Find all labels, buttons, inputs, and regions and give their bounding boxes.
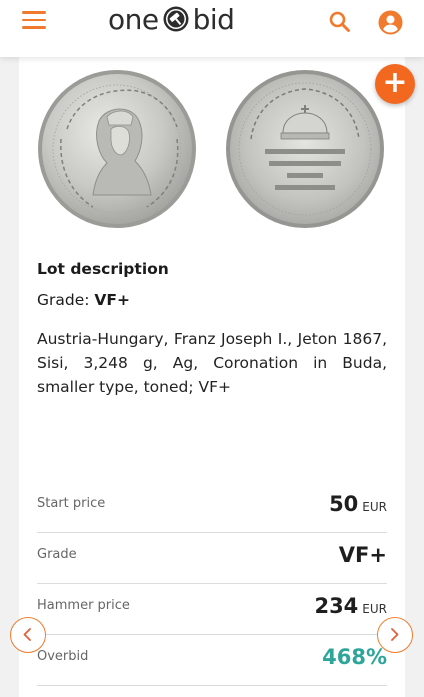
hamburger-menu-icon[interactable]: [22, 11, 46, 31]
logo-text-left: one: [108, 2, 159, 36]
app-header: one bid: [0, 0, 424, 57]
start-price-currency: EUR: [362, 500, 387, 514]
start-price-value: 50: [329, 492, 359, 516]
start-price-row: Start price 50 EUR: [37, 482, 387, 533]
onebid-logo[interactable]: one bid: [108, 2, 235, 36]
account-icon[interactable]: [378, 10, 403, 35]
add-to-watchlist-button[interactable]: +: [375, 64, 415, 104]
overbid-row: Overbid 468%: [37, 635, 387, 686]
price-table: Start price 50 EUR Grade VF+ Hammer price…: [37, 482, 387, 686]
hammer-price-value: 234: [314, 594, 359, 618]
gavel-logo-icon: [163, 6, 189, 32]
coin-reverse-image[interactable]: [225, 69, 385, 229]
lot-grade-line: Grade: VF+: [37, 291, 130, 309]
lot-images[interactable]: [19, 57, 405, 237]
search-icon[interactable]: [327, 9, 353, 35]
chevron-right-icon: [391, 628, 399, 641]
coin-obverse-image[interactable]: [37, 69, 197, 229]
lot-description-title: Lot description: [37, 260, 169, 278]
hammer-price-currency: EUR: [362, 602, 387, 616]
hammer-price-row: Hammer price 234 EUR: [37, 584, 387, 635]
start-price-label: Start price: [37, 496, 106, 511]
lot-grade-label: Grade:: [37, 291, 95, 309]
chevron-left-icon: [23, 628, 31, 641]
lot-grade-value: VF+: [94, 291, 130, 309]
grade-row: Grade VF+: [37, 533, 387, 584]
logo-text-right: bid: [192, 2, 235, 36]
overbid-label: Overbid: [37, 649, 89, 664]
previous-lot-button[interactable]: [10, 617, 46, 653]
start-price-value-group: 50 EUR: [329, 492, 387, 516]
grade-label: Grade: [37, 547, 77, 562]
next-lot-button[interactable]: [377, 617, 413, 653]
lot-description-text: Austria-Hungary, Franz Joseph I., Jeton …: [37, 330, 387, 396]
grade-value: VF+: [338, 543, 387, 567]
hammer-price-value-group: 234 EUR: [314, 594, 387, 618]
lot-card: Lot description Grade: VF+ Austria-Hunga…: [19, 57, 405, 697]
hammer-price-label: Hammer price: [37, 598, 130, 613]
